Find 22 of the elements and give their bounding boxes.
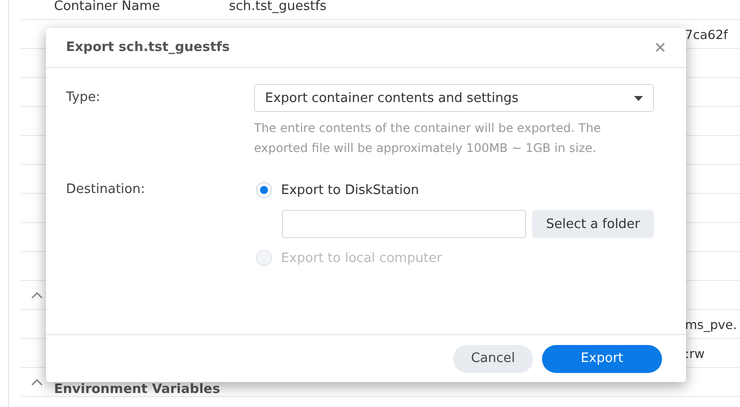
caret-icon xyxy=(634,96,643,100)
chevron-icon[interactable] xyxy=(31,378,43,386)
radio-label: Export to local computer xyxy=(281,250,442,266)
radio-button[interactable] xyxy=(256,182,272,198)
select-folder-button[interactable]: Select a folder xyxy=(532,210,654,238)
field-value: 7ca62f xyxy=(685,26,728,42)
folder-field[interactable] xyxy=(282,210,526,238)
field-value: sch.tst_guestfs xyxy=(229,0,326,14)
section-title: Environment Variables xyxy=(54,382,220,397)
type-label: Type: xyxy=(66,89,102,107)
type-dropdown[interactable]: Export container contents and settings xyxy=(254,84,654,112)
radio-label: Export to DiskStation xyxy=(281,182,420,198)
chevron-icon[interactable] xyxy=(31,291,43,299)
dialog-title: Export sch.tst_guestfs xyxy=(66,40,230,55)
field-label: Container Name xyxy=(54,0,160,14)
destination-label: Destination: xyxy=(66,181,146,199)
field-value: :rw xyxy=(685,346,705,360)
close-button[interactable]: × xyxy=(654,38,666,58)
export-button[interactable]: Export xyxy=(542,344,662,372)
type-hint: The entire contents of the container will be exported. The exported file will be approximately 100MB ~ 1GB in size. xyxy=(254,120,602,157)
cancel-button[interactable]: Cancel xyxy=(453,344,533,372)
field-value: ms_pve. xyxy=(685,316,737,332)
